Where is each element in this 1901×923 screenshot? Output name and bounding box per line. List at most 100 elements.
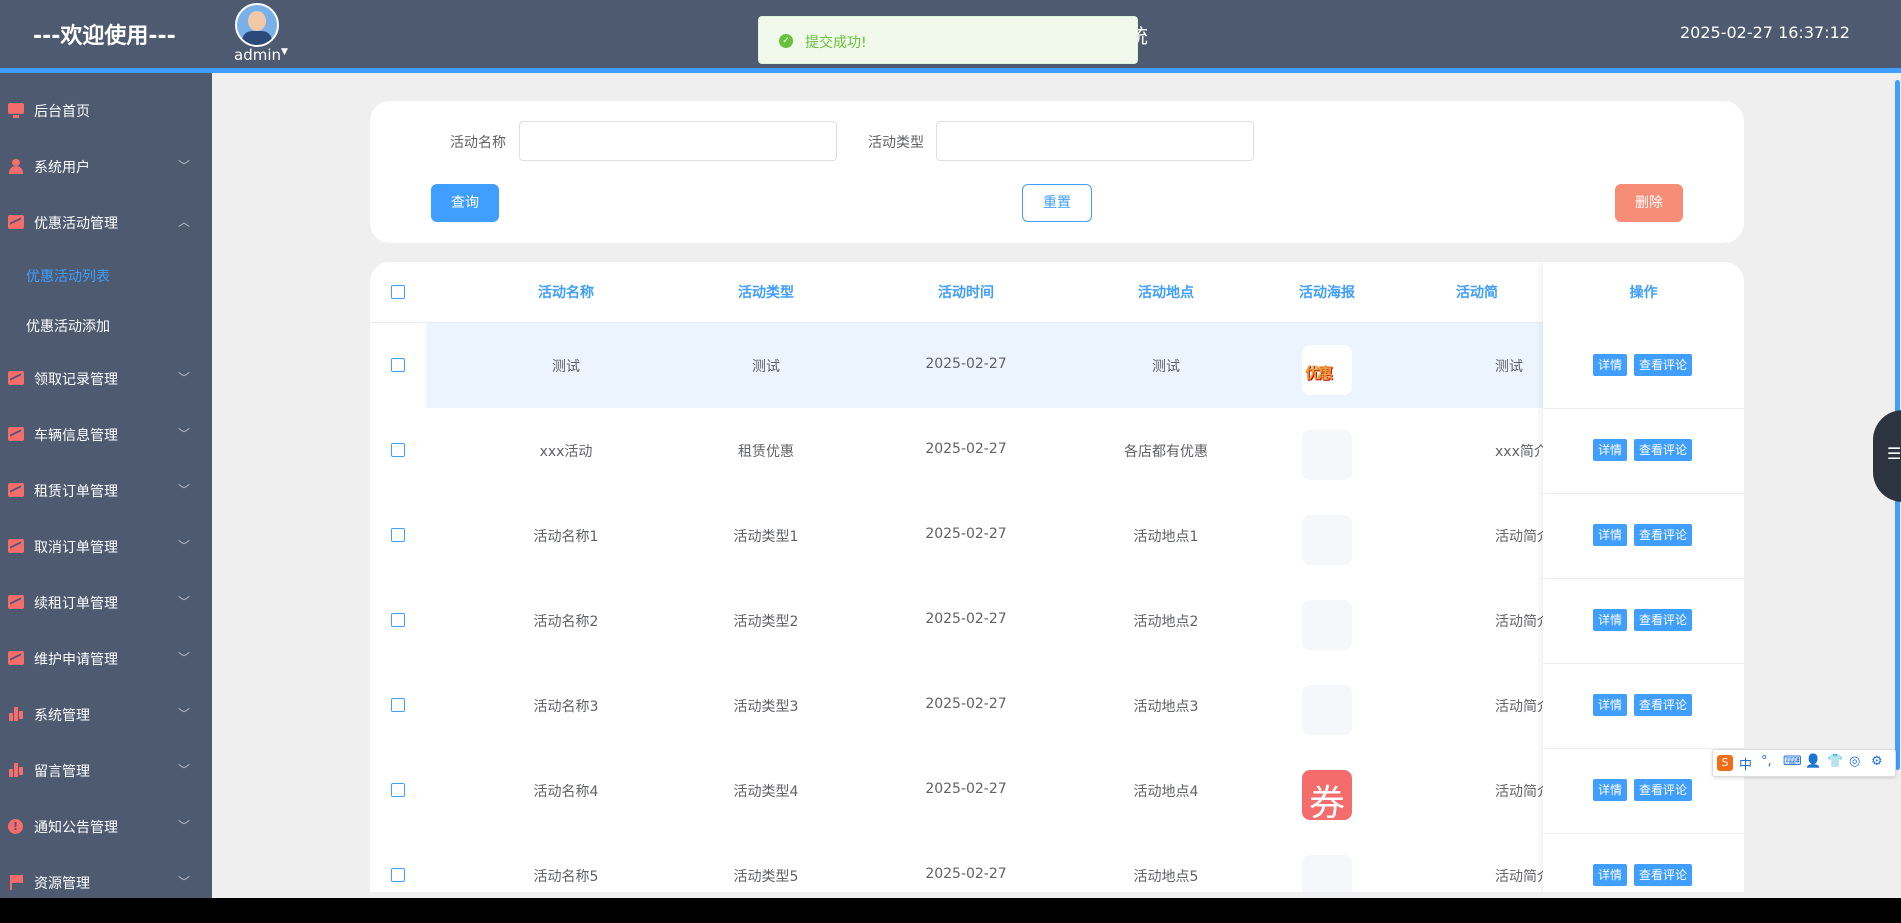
table-row[interactable]: 活动名称1 活动类型1 2025-02-27 活动地点1 活动简介	[370, 493, 1744, 579]
sidebar-item-system-users[interactable]: 系统用户 ﹀	[0, 143, 212, 189]
operations-column: 操作 详情 查看评论 详情 查看评论 详情 查看评论 详情 查看评论 详情 查看评论 详情 查看评论详…	[1543, 262, 1744, 892]
sidebar-item-messages[interactable]: 留言管理 ﹀	[0, 747, 212, 793]
detail-button[interactable]: 详情	[1593, 609, 1627, 631]
query-button[interactable]: 查询	[431, 184, 499, 222]
view-comments-button[interactable]: 查看评论	[1634, 609, 1692, 631]
header-accent-line	[0, 68, 1901, 73]
table-row[interactable]: 测试 测试 2025-02-27 测试 测试 优惠	[370, 323, 1744, 409]
select-all-checkbox[interactable]	[391, 285, 405, 299]
cell-activity-name: 活动名称1	[533, 529, 599, 545]
row-checkbox[interactable]	[391, 358, 405, 372]
view-comments-button[interactable]: 查看评论	[1634, 439, 1692, 461]
sidebar-item-label: 领取记录管理	[34, 372, 118, 388]
chevron-down-icon: ﹀	[178, 483, 191, 497]
poster-thumbnail[interactable]	[1302, 600, 1352, 650]
sidebar-item-label: 维护申请管理	[34, 652, 118, 668]
sidebar-item-promotion-management[interactable]: 优惠活动管理 ︿	[0, 199, 212, 245]
sidebar-item-label: 系统管理	[34, 708, 90, 724]
row-checkbox[interactable]	[391, 868, 405, 882]
gear-icon[interactable]: ⚙	[1871, 754, 1883, 769]
poster-thumbnail[interactable]	[1302, 515, 1352, 565]
detail-button[interactable]: 详情	[1593, 694, 1627, 716]
view-comments-button[interactable]: 查看评论	[1634, 694, 1692, 716]
user-icon[interactable]: 👤	[1805, 754, 1821, 769]
keyboard-icon[interactable]: ⌨	[1783, 754, 1802, 769]
ime-punctuation-icon[interactable]: °,	[1761, 754, 1772, 769]
table-row[interactable]: 活动名称3 活动类型3 2025-02-27 活动地点3 活动简介	[370, 663, 1744, 749]
column-header-poster[interactable]: 活动海报	[1247, 282, 1407, 302]
cell-activity-name: 活动名称5	[533, 869, 599, 885]
detail-button[interactable]: 详情	[1593, 864, 1627, 886]
view-comments-button[interactable]: 查看评论	[1634, 524, 1692, 546]
row-checkbox[interactable]	[391, 613, 405, 627]
toast-message: 提交成功!	[805, 35, 867, 51]
sidebar-item-maintenance[interactable]: 维护申请管理 ﹀	[0, 635, 212, 681]
table-row[interactable]: xxx活动 租赁优惠 2025-02-27 各店都有优惠 xxx简介	[370, 408, 1744, 494]
row-checkbox[interactable]	[391, 528, 405, 542]
table-row[interactable]: 活动名称4 活动类型4 2025-02-27 活动地点4 活动简介券	[370, 748, 1744, 834]
operations-cell: 详情 查看评论	[1543, 833, 1744, 892]
table-row[interactable]: 活动名称5 活动类型5 2025-02-27 活动地点5 活动简介	[370, 833, 1744, 892]
current-datetime: 2025-02-27 16:37:12	[1680, 23, 1850, 42]
username-dropdown[interactable]: admin	[234, 46, 281, 64]
sidebar-item-vehicles[interactable]: 车辆信息管理 ﹀	[0, 411, 212, 457]
poster-thumbnail[interactable]: 优惠	[1302, 345, 1352, 395]
sidebar-item-home[interactable]: 后台首页	[0, 87, 212, 133]
chart-icon	[8, 539, 24, 553]
sidebar-item-claim-records[interactable]: 领取记录管理 ﹀	[0, 355, 212, 401]
cell-activity-place: 活动地点2	[1133, 614, 1199, 630]
detail-button[interactable]: 详情	[1593, 354, 1627, 376]
column-header-name[interactable]: 活动名称	[486, 282, 646, 302]
operations-cell: 详情 查看评论	[1543, 323, 1744, 409]
chevron-down-icon: ﹀	[178, 159, 191, 173]
sidebar-item-resources[interactable]: 资源管理 ﹀	[0, 859, 212, 898]
row-checkbox[interactable]	[391, 783, 405, 797]
column-header-intro[interactable]: 活动简	[1447, 282, 1507, 302]
settings-ring-icon[interactable]: ◎	[1849, 754, 1860, 769]
column-header-time[interactable]: 活动时间	[886, 282, 1046, 302]
skin-icon[interactable]: 👕	[1827, 754, 1843, 769]
row-checkbox[interactable]	[391, 698, 405, 712]
sidebar-item-system-management[interactable]: 系统管理 ﹀	[0, 691, 212, 737]
sidebar-item-rental-orders[interactable]: 租赁订单管理 ﹀	[0, 467, 212, 513]
avatar[interactable]	[235, 3, 279, 47]
row-checkbox[interactable]	[391, 443, 405, 457]
chevron-down-icon: ﹀	[178, 651, 191, 665]
view-comments-button[interactable]: 查看评论	[1634, 864, 1692, 886]
poster-thumbnail[interactable]	[1302, 430, 1352, 480]
view-comments-button[interactable]: 查看评论	[1634, 779, 1692, 801]
poster-thumbnail[interactable]	[1302, 685, 1352, 735]
sidebar-item-renewal-orders[interactable]: 续租订单管理 ﹀	[0, 579, 212, 625]
activity-type-input[interactable]	[936, 121, 1254, 161]
sidebar-item-promotion-add[interactable]: 优惠活动添加	[0, 302, 212, 348]
operations-cell: 详情 查看评论	[1543, 408, 1744, 494]
reset-button[interactable]: 重置	[1022, 184, 1092, 222]
sidebar-item-cancel-orders[interactable]: 取消订单管理 ﹀	[0, 523, 212, 569]
view-comments-button[interactable]: 查看评论	[1634, 354, 1692, 376]
table-row[interactable]: 活动名称2 活动类型2 2025-02-27 活动地点2 活动简介	[370, 578, 1744, 664]
column-header-place[interactable]: 活动地点	[1086, 282, 1246, 302]
side-panel-toggle[interactable]: ☰	[1873, 410, 1901, 502]
sidebar-item-promotion-list[interactable]: 优惠活动列表	[0, 252, 212, 298]
cell-activity-name: 活动名称4	[533, 784, 599, 800]
activity-name-input[interactable]	[519, 121, 837, 161]
success-toast: ✓ 提交成功!	[758, 16, 1138, 64]
caret-down-icon[interactable]: ▼	[281, 47, 288, 57]
detail-button[interactable]: 详情	[1593, 439, 1627, 461]
chevron-down-icon: ﹀	[178, 819, 191, 833]
cell-activity-name: 活动名称3	[533, 699, 599, 715]
poster-thumbnail[interactable]: 券	[1302, 770, 1352, 820]
detail-button[interactable]: 详情	[1593, 524, 1627, 546]
app-window: ---欢迎使用--- admin ▼ 统 2025-02-27 16:37:12…	[0, 0, 1901, 898]
sogou-logo-icon: S	[1717, 755, 1733, 771]
poster-thumbnail[interactable]	[1302, 855, 1352, 892]
detail-button[interactable]: 详情	[1593, 779, 1627, 801]
operations-cell: 详情 查看评论	[1543, 493, 1744, 579]
delete-button[interactable]: 删除	[1615, 184, 1683, 222]
column-header-type[interactable]: 活动类型	[686, 282, 846, 302]
search-panel: 活动名称 活动类型 查询 重置 删除	[370, 101, 1744, 243]
ime-chinese-toggle[interactable]: 中	[1739, 754, 1752, 773]
sidebar-item-notices[interactable]: ! 通知公告管理 ﹀	[0, 803, 212, 849]
ime-toolbar[interactable]: S 中 °, ⌨ 👤 👕 ◎ ⚙	[1712, 749, 1896, 777]
bar-chart-icon	[8, 707, 24, 721]
